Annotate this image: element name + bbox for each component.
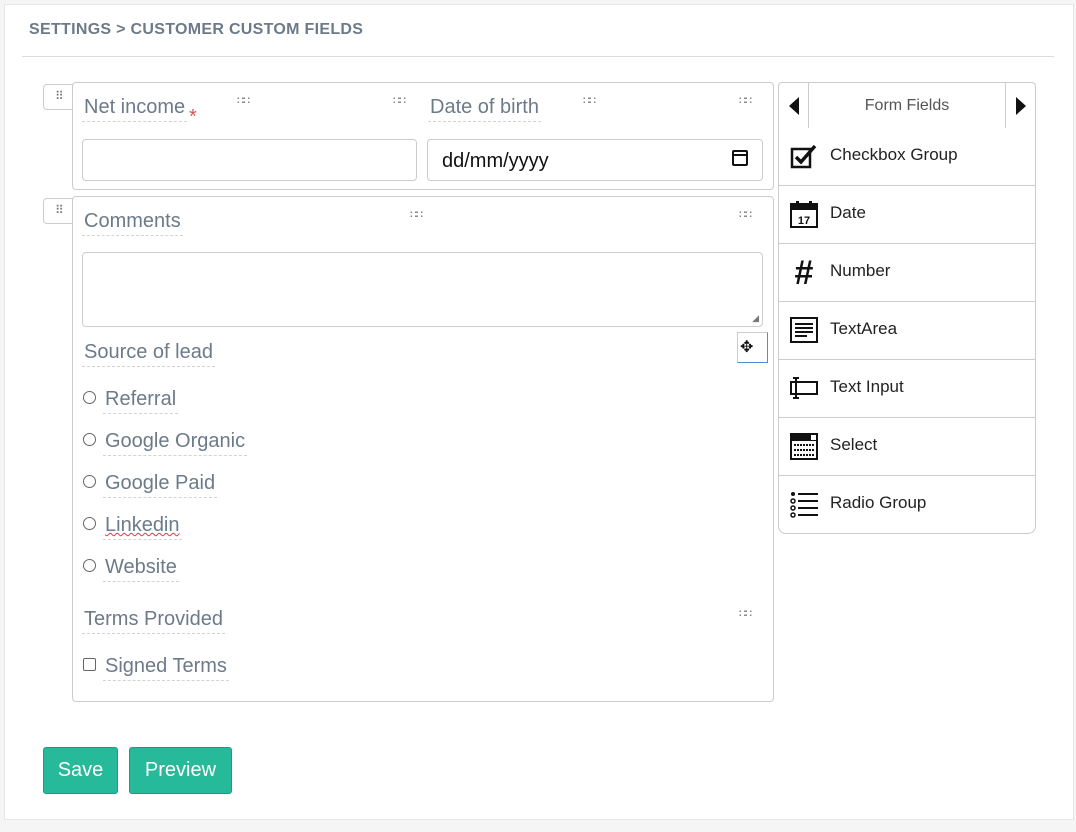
date-of-birth-input[interactable]: dd/mm/yyyy bbox=[427, 139, 763, 181]
field-type-number[interactable]: # Number bbox=[778, 244, 1036, 302]
option-label-referral[interactable]: Referral bbox=[103, 388, 178, 414]
radio-google-organic[interactable] bbox=[83, 433, 96, 446]
field-drag-handle[interactable]: ∷∷ bbox=[393, 97, 405, 105]
select-icon bbox=[789, 431, 819, 461]
field-type-label: Number bbox=[830, 261, 890, 281]
arrow-left-icon bbox=[789, 97, 799, 115]
terms-provided-label[interactable]: Terms Provided bbox=[82, 608, 225, 634]
field-type-label: TextArea bbox=[830, 319, 897, 339]
move-handle[interactable]: ✥ bbox=[737, 332, 768, 363]
field-drag-handle[interactable]: ∷∷ bbox=[739, 610, 751, 618]
hash-icon: # bbox=[789, 257, 819, 287]
field-drag-handle[interactable]: ∷∷ bbox=[739, 211, 751, 219]
resize-handle-icon[interactable]: ◢ bbox=[752, 313, 759, 324]
calendar-icon: 17 bbox=[789, 199, 819, 229]
panel-title: Form Fields bbox=[809, 97, 1005, 115]
column-drag-handle[interactable]: ∷∷ bbox=[583, 97, 595, 105]
calendar-icon[interactable] bbox=[732, 150, 748, 166]
required-marker: * bbox=[189, 106, 197, 129]
textarea-icon bbox=[789, 315, 819, 345]
field-type-label: Select bbox=[830, 435, 877, 455]
field-type-date[interactable]: 17 Date bbox=[778, 186, 1036, 244]
field-type-label: Date bbox=[830, 203, 866, 223]
panel-header: Form Fields bbox=[778, 82, 1036, 129]
radio-referral[interactable] bbox=[83, 391, 96, 404]
calendar-day-text: 17 bbox=[798, 215, 810, 227]
divider bbox=[22, 56, 1054, 57]
radio-linkedin[interactable] bbox=[83, 517, 96, 530]
radio-group-icon bbox=[789, 489, 819, 519]
date-placeholder: dd/mm/yyyy bbox=[442, 150, 549, 173]
prev-button[interactable] bbox=[779, 83, 809, 129]
arrow-right-icon bbox=[1016, 97, 1026, 115]
net-income-label[interactable]: Net income bbox=[82, 96, 187, 122]
field-type-radio-group[interactable]: Radio Group bbox=[778, 476, 1036, 534]
checkbox-signed-terms[interactable] bbox=[83, 658, 96, 671]
breadcrumb: SETTINGS > CUSTOMER CUSTOM FIELDS bbox=[29, 21, 363, 39]
field-type-textarea[interactable]: TextArea bbox=[778, 302, 1036, 360]
net-income-input[interactable] bbox=[82, 139, 417, 181]
column-drag-handle[interactable]: ∷∷ bbox=[237, 97, 249, 105]
option-label-signed-terms[interactable]: Signed Terms bbox=[103, 655, 229, 681]
option-label-linkedin-text: Linkedin bbox=[105, 514, 180, 536]
option-label-website[interactable]: Website bbox=[103, 556, 179, 582]
field-type-label: Text Input bbox=[830, 377, 904, 397]
field-type-select[interactable]: Select bbox=[778, 418, 1036, 476]
field-drag-handle[interactable]: ∷∷ bbox=[739, 97, 751, 105]
text-input-icon bbox=[789, 373, 819, 403]
field-type-label: Radio Group bbox=[830, 493, 926, 513]
radio-google-paid[interactable] bbox=[83, 475, 96, 488]
comments-label[interactable]: Comments bbox=[82, 210, 183, 236]
preview-button[interactable]: Preview bbox=[129, 747, 232, 794]
column-drag-handle[interactable]: ∷∷ bbox=[410, 211, 422, 219]
checkbox-group-icon bbox=[789, 141, 819, 171]
save-button[interactable]: Save bbox=[43, 747, 118, 794]
hash-glyph: # bbox=[795, 257, 814, 287]
date-of-birth-label[interactable]: Date of birth bbox=[428, 96, 541, 122]
source-of-lead-label[interactable]: Source of lead bbox=[82, 341, 215, 367]
field-type-checkbox-group[interactable]: Checkbox Group bbox=[778, 128, 1036, 186]
option-label-google-paid[interactable]: Google Paid bbox=[103, 472, 217, 498]
next-button[interactable] bbox=[1005, 83, 1035, 129]
option-label-google-organic[interactable]: Google Organic bbox=[103, 430, 247, 456]
form-fields-panel: Form Fields Checkbox Group 17 Date # Num… bbox=[778, 82, 1036, 536]
option-label-linkedin[interactable]: Linkedin bbox=[103, 514, 182, 540]
field-type-label: Checkbox Group bbox=[830, 145, 958, 165]
comments-textarea[interactable]: ◢ bbox=[82, 252, 763, 327]
radio-website[interactable] bbox=[83, 559, 96, 572]
move-icon: ✥ bbox=[740, 337, 753, 357]
field-type-text-input[interactable]: Text Input bbox=[778, 360, 1036, 418]
